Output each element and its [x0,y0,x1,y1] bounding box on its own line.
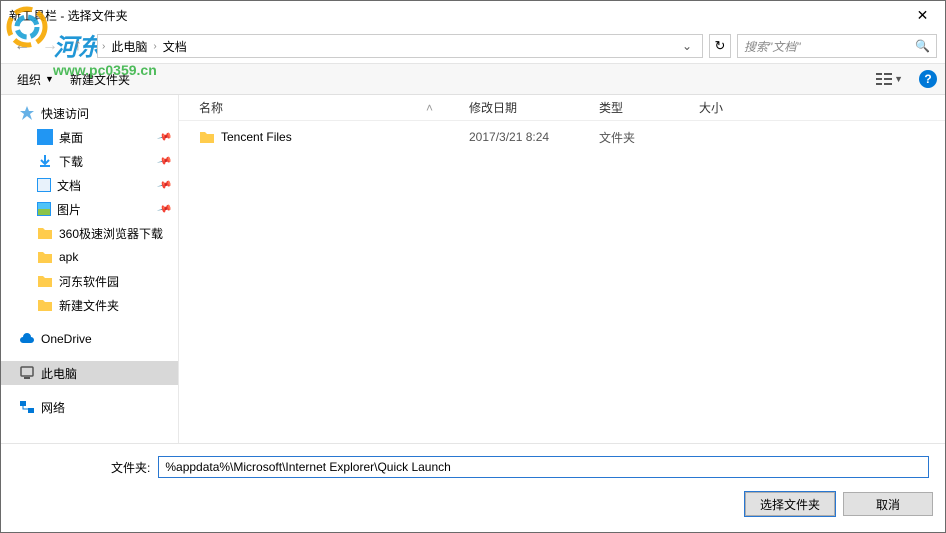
column-size[interactable]: 大小 [691,99,771,116]
folder-icon [37,225,53,241]
breadcrumb-item[interactable]: 此电脑 [105,38,153,55]
folder-icon [37,297,53,313]
breadcrumb[interactable]: › 此电脑 › 文档 ⌄ [97,34,703,58]
view-options-button[interactable]: ▼ [870,70,909,88]
sidebar-item-folder[interactable]: 360极速浏览器下载 [1,221,178,245]
search-icon[interactable]: 🔍 [915,39,930,53]
star-icon [19,105,35,121]
download-icon [37,153,53,169]
sidebar-item-label: 下载 [59,153,83,170]
nav-back-icon[interactable]: ← [9,33,35,59]
folder-icon [37,273,53,289]
sidebar-item-label: 文档 [57,177,81,194]
column-name[interactable]: 名称˄ [191,99,461,116]
cancel-button[interactable]: 取消 [843,492,933,516]
sidebar-item-label: 河东软件园 [59,273,119,290]
search-input[interactable]: 搜索"文档" 🔍 [737,34,937,58]
sidebar-item-downloads[interactable]: 下载 📌 [1,149,178,173]
pin-icon: 📌 [156,129,172,145]
sidebar-item-network[interactable]: 网络 [1,395,178,419]
pictures-icon [37,202,51,216]
sidebar-item-folder[interactable]: 河东软件园 [1,269,178,293]
sidebar-item-label: 新建文件夹 [59,297,119,314]
sidebar-item-folder[interactable]: 新建文件夹 [1,293,178,317]
sidebar-item-label: 网络 [41,399,65,416]
chevron-down-icon: ▼ [894,74,903,84]
nav-forward-icon: → [37,33,63,59]
view-icon [876,72,892,86]
sidebar-item-label: 360极速浏览器下载 [59,225,163,242]
sidebar-item-this-pc[interactable]: 此电脑 [1,361,178,385]
file-row[interactable]: Tencent Files 2017/3/21 8:24 文件夹 [191,125,945,149]
folder-label: 文件夹: [13,459,150,476]
sort-indicator-icon: ˄ [426,101,453,115]
help-button[interactable]: ? [919,70,937,88]
desktop-icon [37,129,53,145]
window-title: 新工具栏 - 选择文件夹 [9,7,900,24]
network-icon [19,399,35,415]
file-type: 文件夹 [591,129,691,146]
sidebar-item-onedrive[interactable]: OneDrive [1,327,178,351]
select-folder-button[interactable]: 选择文件夹 [745,492,835,516]
sidebar-item-pictures[interactable]: 图片 📌 [1,197,178,221]
sidebar-item-label: OneDrive [41,332,92,346]
pin-icon: 📌 [156,201,172,217]
close-button[interactable]: ✕ [900,1,945,29]
cloud-icon [19,331,35,347]
column-date[interactable]: 修改日期 [461,99,591,116]
computer-icon [19,365,35,381]
column-headers[interactable]: 名称˄ 修改日期 类型 大小 [179,95,945,121]
sidebar-item-desktop[interactable]: 桌面 📌 [1,125,178,149]
sidebar-item-label: 快速访问 [41,105,89,122]
refresh-button[interactable]: ↻ [709,34,731,58]
pin-icon: 📌 [156,153,172,169]
breadcrumb-item[interactable]: 文档 [157,38,193,55]
folder-icon [37,249,53,265]
pin-icon: 📌 [156,177,172,193]
column-type[interactable]: 类型 [591,99,691,116]
file-date: 2017/3/21 8:24 [461,130,591,144]
sidebar-item-documents[interactable]: 文档 📌 [1,173,178,197]
document-icon [37,178,51,192]
sidebar-item-label: 桌面 [59,129,83,146]
chevron-down-icon: ▼ [45,74,54,84]
sidebar-item-label: apk [59,250,78,264]
folder-icon [199,130,215,144]
new-folder-button[interactable]: 新建文件夹 [62,67,138,92]
file-name: Tencent Files [221,130,292,144]
sidebar-item-label: 图片 [57,201,81,218]
sidebar-item-folder[interactable]: apk [1,245,178,269]
sidebar-item-label: 此电脑 [41,365,77,382]
breadcrumb-dropdown[interactable]: ⌄ [676,39,698,53]
folder-path-input[interactable] [158,456,929,478]
sidebar-item-quick-access[interactable]: 快速访问 [1,101,178,125]
nav-up-icon[interactable]: ↑ [65,33,91,59]
organize-menu[interactable]: 组织 ▼ [9,67,62,92]
